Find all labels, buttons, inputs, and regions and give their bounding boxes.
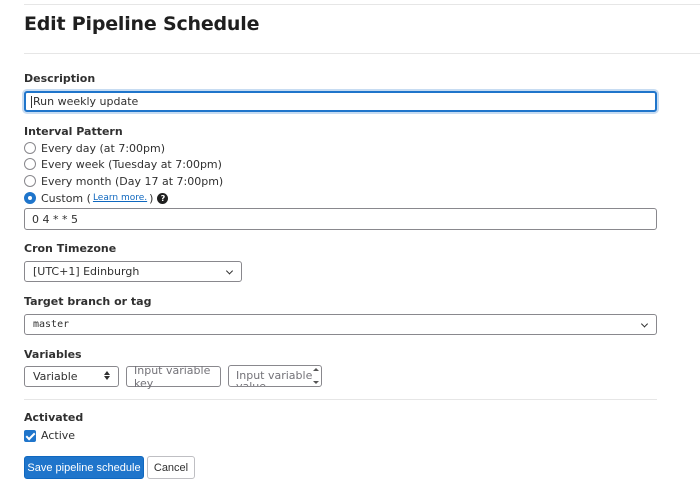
variable-value-input[interactable]: Input variable value: [228, 365, 322, 387]
variable-type-value: Variable: [33, 370, 78, 383]
variables-label: Variables: [24, 348, 82, 361]
description-input[interactable]: Run weekly update: [24, 91, 657, 112]
section-divider: [24, 399, 657, 400]
active-checkbox[interactable]: [24, 429, 36, 442]
radio-custom[interactable]: Custom ( Learn more. ) ?: [24, 191, 169, 205]
cancel-button[interactable]: Cancel: [147, 456, 195, 479]
radio-label: Every week (Tuesday at 7:00pm): [41, 157, 222, 171]
variable-type-select[interactable]: Variable: [24, 366, 119, 387]
chevron-down-icon: [640, 319, 649, 328]
learn-more-link[interactable]: Learn more.: [93, 193, 147, 203]
radio-label: Custom (: [41, 191, 91, 205]
branch-value: master: [33, 319, 70, 330]
resize-spinner-icon[interactable]: [312, 368, 320, 384]
active-checkbox-row[interactable]: Active: [24, 429, 75, 442]
active-checkbox-label: Active: [41, 429, 76, 442]
radio-every-week[interactable]: Every week (Tuesday at 7:00pm): [24, 157, 222, 171]
cron-pattern-value: 0 4 * * 5: [32, 212, 78, 226]
radio-label: Every day (at 7:00pm): [41, 141, 166, 155]
interval-pattern-label: Interval Pattern: [24, 125, 123, 138]
timezone-value: [UTC+1] Edinburgh: [33, 265, 140, 278]
variable-key-placeholder: Input variable key: [134, 363, 211, 390]
radio-button[interactable]: [24, 158, 36, 170]
activated-label: Activated: [24, 411, 84, 424]
radio-every-month[interactable]: Every month (Day 17 at 7:00pm): [24, 174, 223, 188]
radio-every-day[interactable]: Every day (at 7:00pm): [24, 141, 165, 155]
cron-timezone-label: Cron Timezone: [24, 242, 117, 255]
cron-pattern-input[interactable]: 0 4 * * 5: [24, 208, 657, 230]
radio-button[interactable]: [24, 142, 36, 154]
select-arrows-icon: [104, 371, 110, 380]
chevron-down-icon: [225, 266, 234, 275]
custom-suffix: ): [149, 191, 154, 205]
timezone-dropdown[interactable]: [UTC+1] Edinburgh: [24, 261, 242, 282]
save-pipeline-schedule-button[interactable]: Save pipeline schedule: [24, 456, 144, 479]
description-label: Description: [24, 72, 96, 85]
help-icon[interactable]: ?: [157, 192, 169, 204]
radio-button[interactable]: [24, 175, 36, 187]
radio-button-selected[interactable]: [24, 192, 36, 204]
radio-label: Every month (Day 17 at 7:00pm): [41, 174, 224, 188]
text-caret: [31, 95, 32, 108]
variable-value-placeholder: Input variable value: [236, 369, 313, 387]
title-divider: [24, 53, 700, 54]
page-title: Edit Pipeline Schedule: [24, 13, 260, 35]
description-value: Run weekly update: [33, 95, 139, 108]
target-branch-dropdown[interactable]: master: [24, 314, 657, 335]
top-divider: [24, 4, 700, 5]
target-branch-label: Target branch or tag: [24, 295, 152, 308]
variable-key-input[interactable]: Input variable key: [126, 363, 221, 390]
